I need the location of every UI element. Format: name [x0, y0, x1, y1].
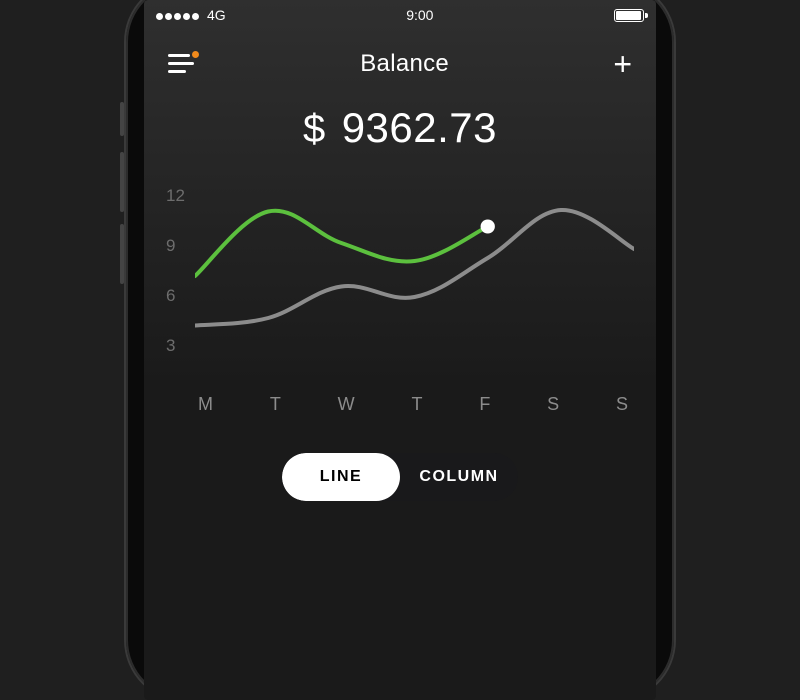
status-left: 4G: [156, 7, 226, 23]
segment-line[interactable]: LINE: [282, 453, 400, 501]
x-tick: S: [547, 394, 559, 415]
add-button[interactable]: +: [613, 48, 632, 80]
chart-type-segmented-control: LINE COLUMN: [282, 453, 518, 501]
x-tick: W: [338, 394, 355, 415]
page-title: Balance: [360, 50, 449, 78]
balance-value: 9362.73: [342, 104, 497, 152]
series-previous: [195, 210, 634, 326]
nav-bar: Balance +: [144, 30, 656, 88]
segment-column[interactable]: COLUMN: [400, 453, 518, 501]
battery-icon: [614, 9, 644, 22]
x-tick: F: [479, 394, 490, 415]
x-tick: S: [616, 394, 628, 415]
y-axis-ticks: 12 9 6 3: [166, 186, 195, 356]
status-right: [614, 9, 644, 22]
menu-icon[interactable]: [168, 54, 196, 74]
y-tick: 6: [166, 286, 185, 306]
series-marker: [480, 220, 494, 234]
screen: 4G 9:00 Balance + $ 9362.73 12 9: [144, 0, 656, 700]
x-tick: T: [411, 394, 422, 415]
phone-frame: 4G 9:00 Balance + $ 9362.73 12 9: [126, 0, 674, 700]
y-tick: 9: [166, 236, 185, 256]
y-tick: 3: [166, 336, 185, 356]
x-tick: M: [198, 394, 213, 415]
phone-side-button: [120, 224, 124, 284]
chart: 12 9 6 3: [144, 186, 656, 366]
balance-amount: $ 9362.73: [144, 104, 656, 152]
signal-strength-icon: [156, 7, 201, 23]
currency-symbol: $: [303, 107, 326, 152]
clock: 9:00: [406, 7, 433, 23]
status-bar: 4G 9:00: [144, 0, 656, 30]
x-axis-ticks: M T W T F S S: [144, 394, 656, 415]
notification-dot-icon: [192, 51, 199, 58]
line-chart-svg: [195, 186, 634, 366]
y-tick: 12: [166, 186, 185, 206]
series-current: [195, 211, 488, 276]
network-label: 4G: [207, 7, 226, 23]
x-tick: T: [270, 394, 281, 415]
